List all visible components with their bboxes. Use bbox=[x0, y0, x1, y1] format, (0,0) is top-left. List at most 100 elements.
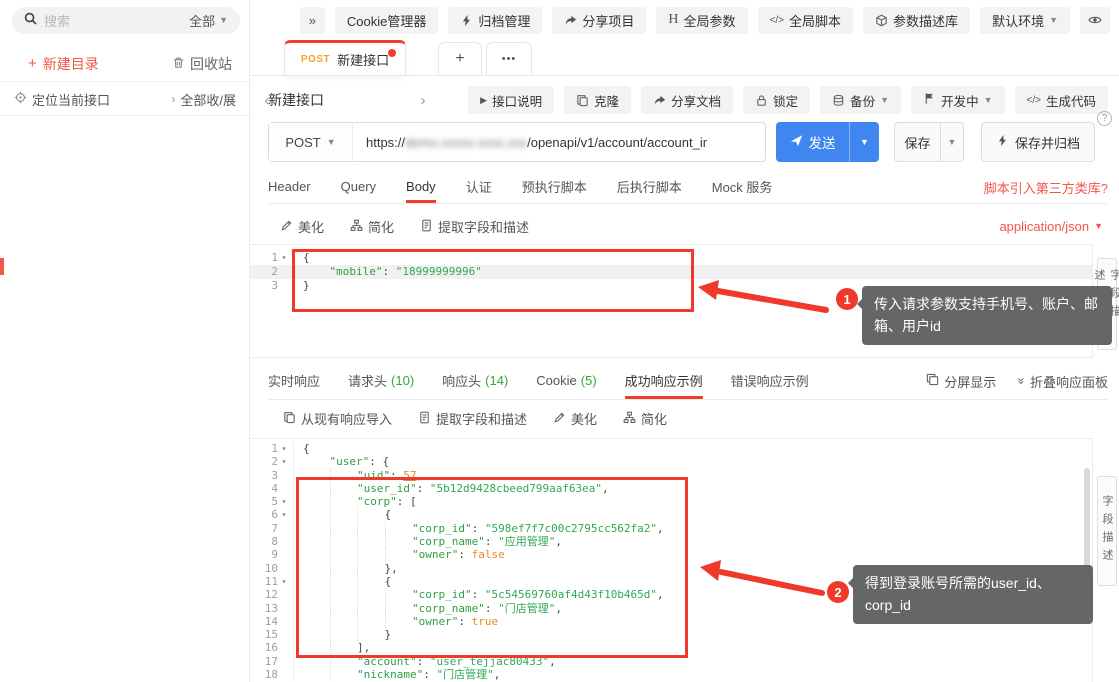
share-project-button[interactable]: 分享项目 bbox=[552, 7, 646, 34]
fold-caret-icon[interactable]: ▾ bbox=[278, 251, 290, 265]
import-response-button[interactable]: 从现有响应导入 bbox=[283, 409, 392, 428]
api-title: 新建接口 bbox=[268, 90, 324, 110]
unsaved-dot-icon bbox=[388, 49, 396, 57]
chevron-down-icon: ▼ bbox=[327, 138, 336, 147]
code-line[interactable]: 17 "account": "user_tejjac80433", bbox=[250, 655, 1092, 668]
backup-dropdown[interactable]: 备份 ▼ bbox=[820, 86, 901, 114]
tab-request-headers[interactable]: 请求头 (10) bbox=[348, 362, 414, 399]
extract-fields-button[interactable]: 提取字段和描述 bbox=[420, 217, 529, 236]
method-dropdown[interactable]: POST ▼ bbox=[269, 123, 353, 161]
api-toolbar: 新建接口 ▶ 接口说明 克隆 分享文档 bbox=[268, 84, 1108, 116]
search-scope-dropdown[interactable]: 全部 ▼ bbox=[189, 11, 228, 30]
search-input[interactable]: 搜索 全部 ▼ bbox=[12, 7, 240, 34]
code-line[interactable]: 5▾ "corp": [ bbox=[250, 495, 1092, 508]
tab-error-example[interactable]: 错误响应示例 bbox=[731, 362, 809, 399]
toggle-expand-all-button[interactable]: › 全部收/展 bbox=[171, 90, 236, 109]
tab-new-api[interactable]: POST 新建接口 bbox=[284, 40, 406, 76]
code-line[interactable]: 3 "uid": 57, bbox=[250, 469, 1092, 482]
send-label: 发送 bbox=[809, 132, 836, 152]
import-response-label: 从现有响应导入 bbox=[301, 409, 392, 428]
chevron-down-icon: ▼ bbox=[219, 16, 228, 25]
archive-manager-button[interactable]: 归档管理 bbox=[448, 7, 542, 34]
cookie-manager-button[interactable]: Cookie管理器 bbox=[335, 7, 438, 34]
double-chevron-down-icon: » bbox=[1015, 378, 1029, 385]
code-line[interactable]: 7 "corp_id": "598ef7f7c00c2795cc562fa2", bbox=[250, 522, 1092, 535]
code-text: "corp_name": "应用管理", bbox=[294, 535, 562, 548]
simplify-button[interactable]: 简化 bbox=[350, 217, 394, 236]
tab-pre-script[interactable]: 预执行脚本 bbox=[522, 170, 587, 203]
tree-icon bbox=[350, 219, 363, 235]
code-line[interactable]: 2▾ "user": { bbox=[250, 455, 1092, 468]
script-library-link[interactable]: 脚本引入第三方类库? bbox=[984, 170, 1108, 204]
visibility-button[interactable] bbox=[1080, 7, 1110, 34]
new-tab-button[interactable]: + bbox=[438, 42, 482, 76]
clone-button[interactable]: 克隆 bbox=[564, 86, 631, 114]
tab-auth[interactable]: 认证 bbox=[466, 170, 492, 203]
line-gutter: 4 bbox=[250, 482, 294, 495]
tab-header[interactable]: Header bbox=[268, 170, 311, 203]
tab-response-headers[interactable]: 响应头 (14) bbox=[442, 362, 508, 399]
fold-caret-icon[interactable]: ▾ bbox=[278, 495, 290, 508]
extract-fields-button[interactable]: 提取字段和描述 bbox=[418, 409, 527, 428]
tab-cookie[interactable]: Cookie (5) bbox=[536, 362, 596, 399]
tab-post-script[interactable]: 后执行脚本 bbox=[617, 170, 682, 203]
save-and-archive-button[interactable]: 保存并归档 bbox=[981, 122, 1095, 162]
tab-more-button[interactable]: ••• bbox=[486, 42, 532, 76]
fold-caret-icon[interactable]: ▾ bbox=[278, 508, 290, 521]
environment-dropdown[interactable]: 默认环境 ▼ bbox=[980, 7, 1070, 34]
code-line[interactable]: 15 } bbox=[250, 628, 1092, 641]
param-library-button[interactable]: 参数描述库 bbox=[863, 7, 970, 34]
beautify-button[interactable]: 美化 bbox=[553, 409, 597, 428]
status-dropdown[interactable]: 开发中 ▼ bbox=[911, 86, 1004, 114]
save-split-button: 保存 ▼ bbox=[894, 122, 964, 162]
code-line[interactable]: 16 ], bbox=[250, 641, 1092, 654]
response-body-editor[interactable]: 1▾{2▾ "user": {3 "uid": 57,4 "user_id": … bbox=[250, 438, 1092, 682]
fold-caret-icon[interactable]: ▾ bbox=[278, 455, 290, 468]
share-doc-button[interactable]: 分享文档 bbox=[641, 86, 733, 114]
send-button[interactable]: 发送 bbox=[776, 122, 849, 162]
toggle-expand-all-label: 全部收/展 bbox=[180, 90, 236, 109]
split-view-button[interactable]: 分屏显示 bbox=[926, 372, 996, 391]
recycle-bin-button[interactable]: 回收站 bbox=[172, 54, 232, 74]
beautify-button[interactable]: 美化 bbox=[280, 217, 324, 236]
code-line[interactable]: 2 "mobile": "18999999996" bbox=[250, 265, 1092, 279]
code-line[interactable]: 8 "corp_name": "应用管理", bbox=[250, 535, 1092, 548]
api-doc-button[interactable]: ▶ 接口说明 bbox=[468, 86, 554, 114]
code-text: }, bbox=[294, 562, 398, 575]
code-line[interactable]: 1▾{ bbox=[250, 442, 1092, 455]
tab-query[interactable]: Query bbox=[341, 170, 376, 203]
url-input[interactable]: https://demo.xxxxx-xxxx.xxx/openapi/v1/a… bbox=[353, 123, 765, 161]
tab-success-example[interactable]: 成功响应示例 bbox=[625, 362, 703, 399]
code-line[interactable]: 4 "user_id": "5b12d9428cbeed799aaf63ea", bbox=[250, 482, 1092, 495]
tab-body[interactable]: Body bbox=[406, 170, 436, 203]
field-description-tab[interactable]: 字段描述 bbox=[1097, 476, 1117, 586]
paper-plane-icon bbox=[790, 134, 803, 150]
send-options-button[interactable]: ▼ bbox=[849, 122, 879, 162]
response-scrollbar[interactable] bbox=[1084, 468, 1090, 578]
collapse-response-button[interactable]: » 折叠响应面板 bbox=[1018, 372, 1108, 391]
fold-caret-icon[interactable]: ▾ bbox=[278, 442, 290, 455]
cookie-manager-label: Cookie管理器 bbox=[347, 11, 426, 30]
simplify-button[interactable]: 简化 bbox=[623, 409, 667, 428]
global-script-button[interactable]: </> 全局脚本 bbox=[758, 7, 853, 34]
code-line[interactable]: 9 "owner": false bbox=[250, 548, 1092, 561]
pen-icon bbox=[553, 411, 566, 427]
fold-caret-icon[interactable]: ▾ bbox=[278, 575, 290, 588]
sidebar-selection-marker bbox=[0, 258, 4, 275]
code-line[interactable]: 18 "nickname": "门店管理", bbox=[250, 668, 1092, 681]
help-icon[interactable]: ? bbox=[1097, 111, 1112, 126]
content-type-dropdown[interactable]: application/json ▼ bbox=[999, 219, 1103, 234]
collapse-toolbar-button[interactable]: » bbox=[300, 7, 325, 34]
code-line[interactable]: 1▾{ bbox=[250, 251, 1092, 265]
tab-realtime-response[interactable]: 实时响应 bbox=[268, 362, 320, 399]
new-folder-button[interactable]: + 新建目录 bbox=[28, 54, 99, 74]
save-button[interactable]: 保存 bbox=[894, 122, 941, 162]
codegen-button[interactable]: </> 生成代码 bbox=[1015, 86, 1108, 114]
content-type-label: application/json bbox=[999, 219, 1089, 234]
tab-mock[interactable]: Mock 服务 bbox=[712, 170, 773, 203]
code-line[interactable]: 6▾ { bbox=[250, 508, 1092, 521]
lock-button[interactable]: 锁定 bbox=[743, 86, 810, 114]
save-options-button[interactable]: ▼ bbox=[941, 122, 964, 162]
global-params-button[interactable]: H 全局参数 bbox=[656, 7, 747, 34]
locate-current-api-button[interactable]: 定位当前接口 bbox=[14, 90, 110, 109]
